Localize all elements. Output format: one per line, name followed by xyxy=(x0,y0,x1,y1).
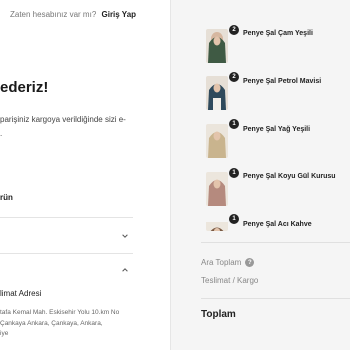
quantity-badge: 2 xyxy=(229,72,239,82)
chevron-up-icon[interactable] xyxy=(120,265,130,275)
delivery-address: tafa Kemal Mah. Eskisehir Yolu 10.km No … xyxy=(0,308,119,340)
confirmation-description-line: . xyxy=(0,129,3,138)
product-name: Penye Şal Acı Kahve xyxy=(243,221,312,228)
product-thumbnail xyxy=(206,172,228,206)
total-label: Toplam xyxy=(201,309,236,320)
confirmation-description-line: parişiniz kargoya verildiğinde sizi e- xyxy=(0,115,126,124)
login-prompt-text: Zaten hesabınız var mı? xyxy=(10,10,97,19)
product-thumbnail xyxy=(206,124,228,158)
quantity-badge: 1 xyxy=(229,214,239,224)
delivery-address-label: limat Adresi xyxy=(0,289,42,298)
product-name: Penye Şal Çam Yeşili xyxy=(243,30,313,37)
confirmation-description: parişiniz kargoya verildiğinde sizi e- . xyxy=(0,113,126,141)
subtotal-label: Ara Toplam xyxy=(201,258,242,267)
divider xyxy=(201,298,350,299)
divider xyxy=(0,217,133,218)
product-thumbnail xyxy=(206,29,228,63)
product-name: Penye Şal Koyu Gül Kurusu xyxy=(243,173,336,180)
address-line: iye xyxy=(0,330,9,337)
shipping-label: Teslimat / Kargo xyxy=(201,276,259,285)
address-line: tafa Kemal Mah. Eskisehir Yolu 10.km No xyxy=(0,309,120,316)
divider xyxy=(201,242,350,243)
product-name: Penye Şal Yağ Yeşili xyxy=(243,126,311,133)
quantity-badge: 1 xyxy=(229,168,239,178)
info-icon[interactable]: ? xyxy=(245,258,255,267)
quantity-badge: 2 xyxy=(229,25,239,35)
product-thumbnail xyxy=(206,220,228,231)
product-thumbnail xyxy=(206,76,228,110)
page-title: ederiz! xyxy=(0,79,49,96)
login-prompt: Zaten hesabınız var mı? Giriş Yap xyxy=(10,10,136,19)
product-name: Penye Şal Petrol Mavisi xyxy=(243,78,322,85)
chevron-down-icon[interactable] xyxy=(120,231,130,241)
divider xyxy=(0,253,133,254)
quantity-badge: 1 xyxy=(229,119,239,129)
checkout-form-panel: Zaten hesabınız var mı? Giriş Yap ederiz… xyxy=(0,0,170,350)
subtotal-row: Ara Toplam ? xyxy=(201,258,255,267)
address-line: Çankaya Ankara, Çankaya, Ankara, xyxy=(0,319,103,327)
login-link[interactable]: Giriş Yap xyxy=(102,10,137,19)
products-section-label: rün xyxy=(0,193,13,202)
order-summary-panel: 2 Penye Şal Çam Yeşili 2 Penye Şal Petro… xyxy=(170,0,350,350)
